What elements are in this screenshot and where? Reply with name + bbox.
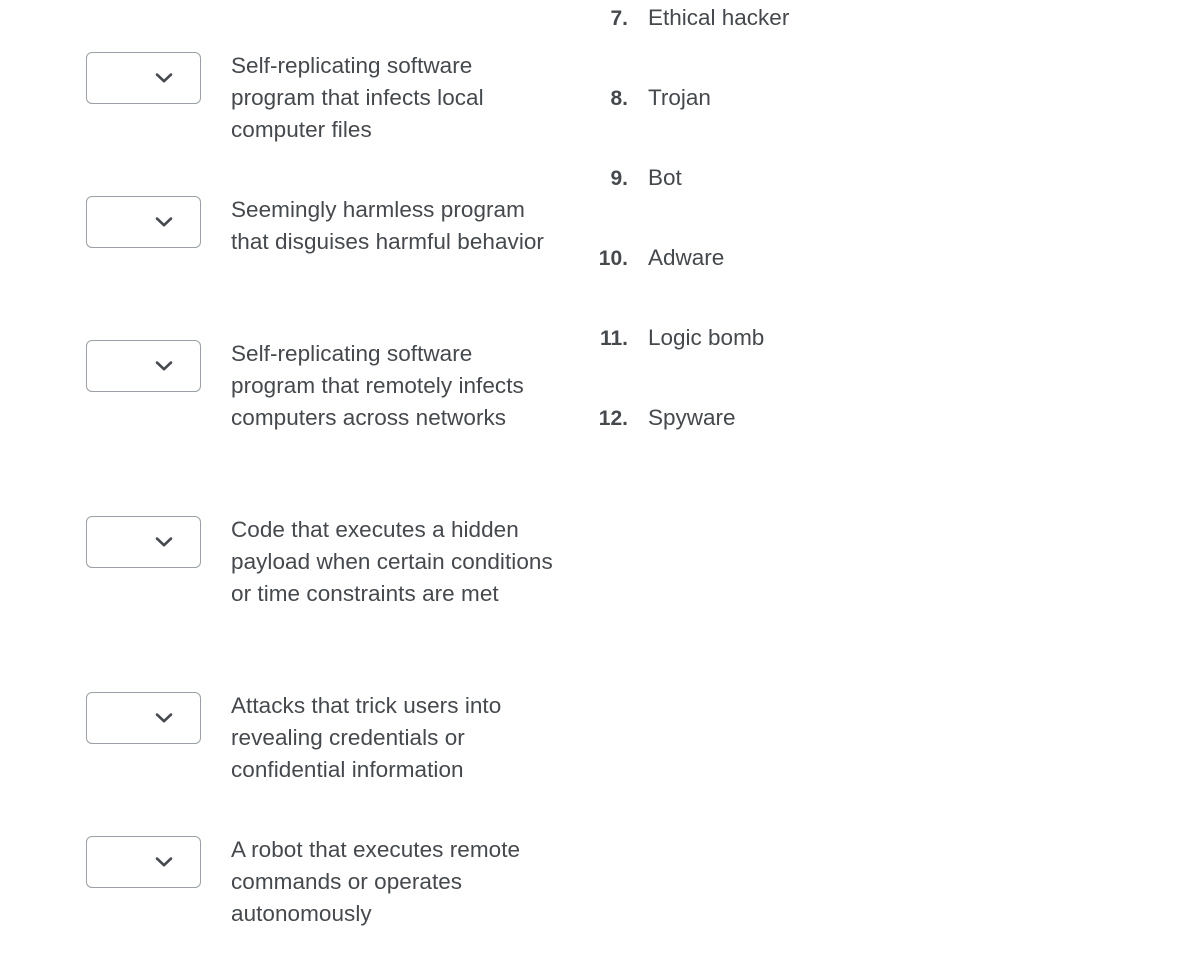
prompt-text: Code that executes a hidden payload when…: [231, 517, 553, 606]
answer-bank-label: Ethical hacker: [648, 5, 790, 30]
prompt-text: Self-replicating software program that i…: [231, 53, 484, 142]
prompt-row: A robot that executes remote commands or…: [86, 834, 561, 930]
prompt-row: Code that executes a hidden payload when…: [86, 514, 561, 610]
chevron-down-icon: [155, 536, 173, 548]
prompt-text: Seemingly harmless program that disguise…: [231, 197, 544, 254]
answer-select-5[interactable]: [86, 692, 201, 744]
prompt-text: Self-replicating software program that r…: [231, 341, 524, 430]
prompt-row: Self-replicating software program that r…: [86, 338, 561, 434]
prompt-text: A robot that executes remote commands or…: [231, 837, 521, 926]
answer-bank-item: 7. Ethical hacker: [560, 2, 789, 34]
answer-bank-label: Spyware: [648, 405, 736, 430]
answer-bank-number: 12.: [598, 407, 628, 430]
answer-bank-number: 11.: [599, 327, 628, 350]
chevron-down-icon: [155, 360, 173, 372]
prompt-row: Self-replicating software program that i…: [86, 50, 561, 146]
answer-bank-item: 9. Bot: [560, 162, 682, 194]
answer-select-3[interactable]: [86, 340, 201, 392]
answer-bank-item: 10. Adware: [560, 242, 725, 274]
chevron-down-icon: [155, 856, 173, 868]
prompt-row: Attacks that trick users into revealing …: [86, 690, 561, 786]
chevron-down-icon: [155, 216, 173, 228]
answer-bank-label: Bot: [648, 165, 682, 190]
answer-select-1[interactable]: [86, 52, 201, 104]
answer-bank-number: 10.: [598, 247, 628, 270]
answer-bank-number: 7.: [610, 7, 628, 30]
matching-question: Self-replicating software program that i…: [0, 0, 1200, 954]
answer-bank-item: 8. Trojan: [560, 82, 711, 114]
answer-bank-label: Logic bomb: [648, 325, 765, 350]
prompt-row: Seemingly harmless program that disguise…: [86, 194, 561, 258]
answer-bank-number: 9.: [610, 167, 628, 190]
chevron-down-icon: [155, 712, 173, 724]
answer-select-6[interactable]: [86, 836, 201, 888]
answer-select-4[interactable]: [86, 516, 201, 568]
answer-bank-number: 8.: [610, 87, 628, 110]
answer-bank-label: Trojan: [648, 85, 711, 110]
answer-select-2[interactable]: [86, 196, 201, 248]
chevron-down-icon: [155, 72, 173, 84]
answer-bank-label: Adware: [648, 245, 725, 270]
prompt-text: Attacks that trick users into revealing …: [231, 693, 502, 782]
answer-bank-item: 11. Logic bomb: [560, 322, 764, 354]
answer-bank-item: 12. Spyware: [560, 402, 736, 434]
